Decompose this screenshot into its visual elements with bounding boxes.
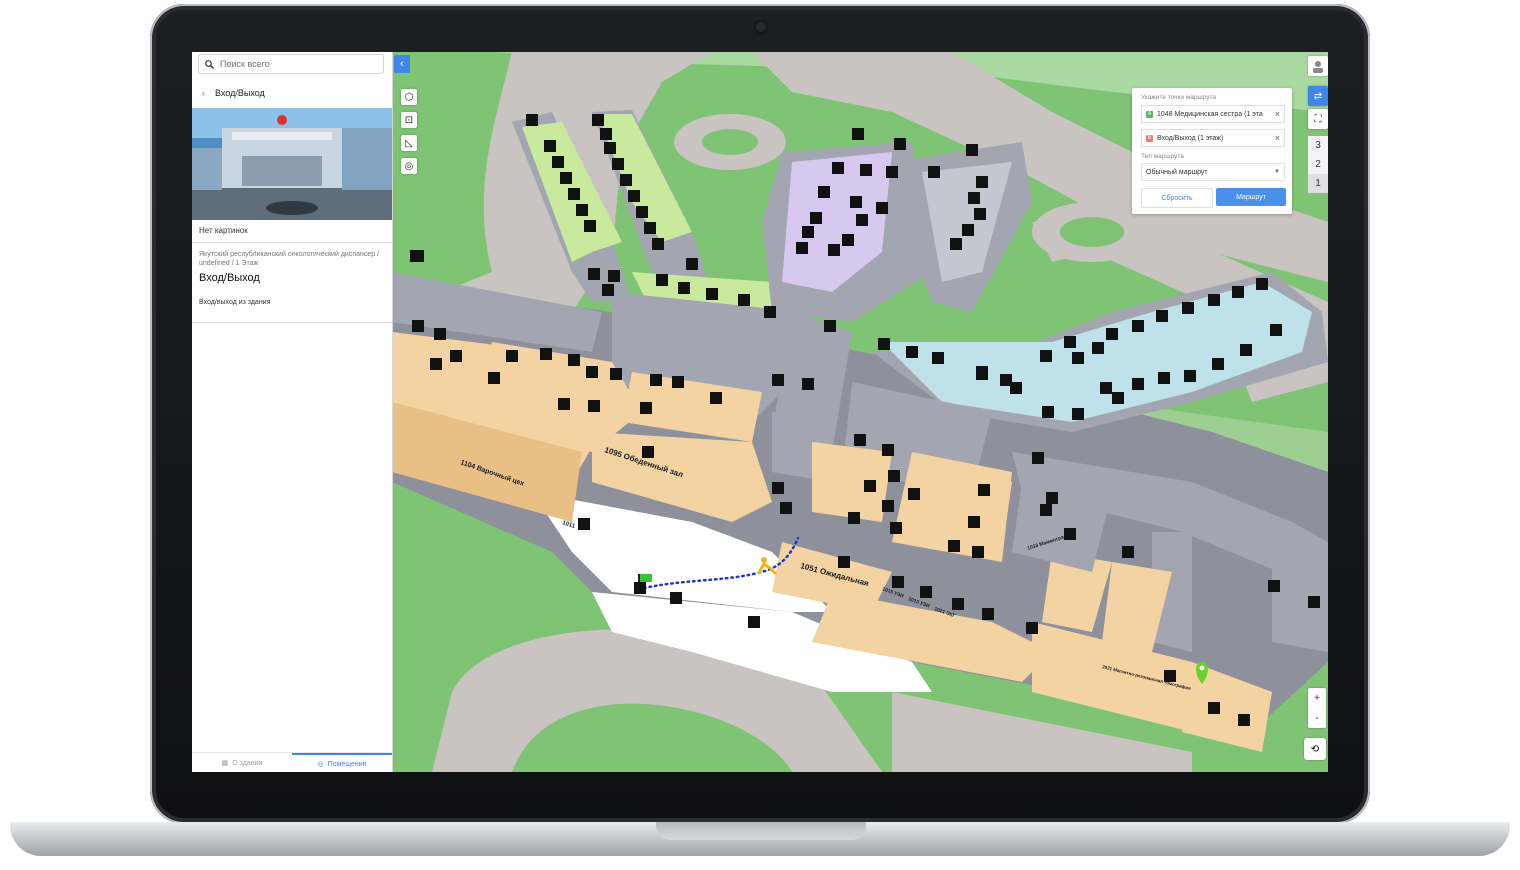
route-type-value: Обычный маршрут [1146,168,1208,176]
sidebar-tabs: ▦ О здании ◎ Помещения [192,752,392,772]
search-icon [205,59,214,69]
point-a-badge: A [1146,110,1153,118]
expand-icon: ⛶ [1314,113,1322,125]
floor-2[interactable]: 2 [1308,155,1328,174]
build-route-button[interactable]: Маршрут [1216,188,1286,206]
building-photo[interactable] [192,108,392,220]
measure-tool-icon[interactable]: ◺ [401,135,417,151]
tab-label: Помещения [327,760,367,768]
fullscreen-button[interactable]: ⛶ [1308,109,1328,129]
chevron-left-icon: ‹ [202,88,205,98]
place-description: Вход/выход из здания [199,299,271,306]
building-icon: ▦ [221,760,229,767]
user-avatar[interactable] [1308,56,1328,76]
route-type-label: Тип маршрута [1141,153,1184,160]
collapse-sidebar-button[interactable]: ‹ [394,55,410,73]
rooms-icon: ◎ [317,761,324,768]
tab-about-building[interactable]: ▦ О здании [192,753,292,772]
route-to-field[interactable]: B Вход/Выход (1 этаж) × [1141,129,1285,147]
route-to-text: Вход/Выход (1 этаж) [1157,134,1224,142]
hexagon-tool-icon[interactable]: ⬡ [401,89,417,105]
tab-rooms[interactable]: ◎ Помещения [292,753,392,772]
search-input[interactable] [214,59,370,69]
route-icon: ⇄ [1313,90,1323,102]
route-heading: Укажите точки маршрута [1141,94,1217,101]
app-screen: 1104 Варочный цех 1095 Обеденный зал 101… [192,52,1328,772]
locate-icon[interactable]: ◎ [401,158,417,174]
rotate-3d-button[interactable]: ⟲ [1304,738,1326,760]
clear-from-icon[interactable]: × [1275,109,1280,119]
back-row[interactable]: ‹ Вход/Выход [202,88,265,98]
camera [756,22,766,32]
point-b-badge: B [1146,134,1153,142]
tab-label: О здании [232,759,263,767]
back-label: Вход/Выход [215,88,265,98]
route-panel: Укажите точки маршрута A 1048 Медицинска… [1132,88,1292,214]
reset-button[interactable]: Сбросить [1141,188,1213,208]
divider [192,322,392,323]
search-box[interactable] [198,54,384,74]
user-icon [1313,61,1323,73]
no-images-text: Нет картинок [199,226,248,235]
zoom-out-button[interactable]: - [1308,708,1326,728]
route-toggle-button[interactable]: ⇄ [1308,86,1328,106]
route-from-text: 1048 Медицинская сестра (1 эта [1157,110,1263,118]
route-type-select[interactable]: Обычный маршрут ▼ [1141,163,1285,181]
org-path: Якутский республиканский онкологический … [199,251,380,267]
floor-1[interactable]: 1 [1308,174,1328,193]
rotate-icon: ⟲ [1310,743,1320,755]
dropdown-icon: ▼ [1274,169,1280,175]
divider [192,242,392,243]
info-sidebar: ‹ Вход/Выход Нет картинок Якутский респу… [192,52,393,772]
floor-3[interactable]: 3 [1308,136,1328,155]
clear-to-icon[interactable]: × [1275,133,1280,143]
zoom-in-button[interactable]: + [1308,688,1326,708]
place-title: Вход/Выход [199,272,260,284]
route-from-field[interactable]: A 1048 Медицинская сестра (1 эта × [1141,105,1285,123]
select-area-tool-icon[interactable]: ⊡ [401,112,417,128]
laptop-notch [656,822,866,840]
zoom-control: + - [1308,688,1326,728]
